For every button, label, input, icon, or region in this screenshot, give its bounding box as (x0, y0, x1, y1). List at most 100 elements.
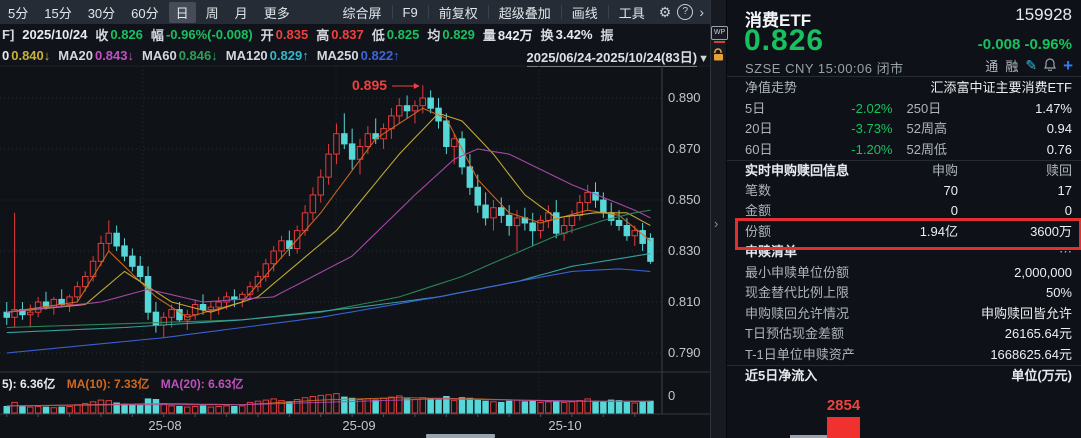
open-value: 0.835 (276, 27, 309, 42)
flow-title: 近5日净流入 (745, 366, 817, 386)
list-section-header[interactable]: 申赎清单 ⋯ (727, 242, 1081, 263)
stock-code: 159928 (1015, 5, 1072, 25)
toolbar-separator (428, 5, 429, 19)
period-high-annotation: 0.895 (352, 77, 387, 93)
table-row: 最小申赎单位份额 2,000,000 (727, 263, 1081, 284)
wk52-high-value: 0.94 (995, 119, 1073, 140)
nav-trend-label: 净值走势 (745, 78, 797, 99)
count-redeem: 17 (958, 181, 1072, 202)
ma20-label: MA20 (58, 48, 93, 63)
low-value: 0.825 (387, 27, 420, 42)
cash-ratio-value: 50% (849, 283, 1072, 304)
wk52-low-label: 52周低 (893, 140, 995, 161)
t1-asset-value: 1668625.64元 (855, 345, 1072, 366)
table-row-shares-highlighted: 份额 1.94亿 3600万 (727, 222, 1081, 243)
table-row: 金额 0 0 (727, 201, 1081, 222)
allow-status-label: 申购赎回允许情况 (745, 304, 849, 325)
shares-buy: 1.94亿 (771, 222, 958, 243)
ma120-value: 0.829↑ (270, 48, 309, 63)
collapse-panel-chevron-icon[interactable]: › (714, 216, 718, 231)
flow-bar-value: 2854 (823, 397, 864, 414)
wk52-high-label: 52周高 (893, 119, 995, 140)
menu-draw-line[interactable]: 画线 (564, 1, 606, 24)
menu-composite-screen[interactable]: 综合屏 (335, 1, 390, 24)
t-cash-diff-value: 26165.64元 (844, 324, 1072, 345)
open-label: 开 (261, 25, 274, 44)
tab-month[interactable]: 月 (227, 1, 256, 24)
more-dots-icon[interactable]: ⋯ (797, 242, 1072, 263)
tab-60min[interactable]: 60分 (123, 1, 166, 24)
price-change: -0.008 -0.96% (978, 36, 1072, 53)
tab-day[interactable]: 日 (169, 2, 196, 23)
allow-status-value: 申购赎回皆允许 (849, 304, 1072, 325)
tab-5min[interactable]: 5分 (0, 1, 36, 24)
gear-icon[interactable]: ⚙ (653, 4, 678, 21)
flow-section-header: 近5日净流入 单位(万元) (727, 365, 1081, 386)
avg-value: 0.829 (442, 27, 475, 42)
menu-forward-adjust[interactable]: 前复权 (431, 1, 486, 24)
add-watchlist-icon[interactable]: + (1063, 59, 1073, 73)
perf-250d-value: 1.47% (995, 99, 1073, 120)
toolbar-separator (392, 5, 393, 19)
help-icon[interactable]: ? (677, 4, 693, 20)
col-redeem: 赎回 (958, 161, 1072, 181)
min-unit-label: 最小申赎单位份额 (745, 263, 849, 284)
tab-week[interactable]: 周 (198, 1, 227, 24)
realtime-title: 实时申购赎回信息 (745, 161, 849, 181)
chevron-right-icon[interactable]: › (693, 4, 710, 20)
perf-row: 20日 -3.73% 52周高 0.94 (727, 119, 1081, 140)
volume-ma5-fragment: 5): 6.36亿 (2, 377, 55, 391)
ma250-value: 0.822↑ (361, 48, 400, 63)
y-axis-label: 0.850 (668, 192, 710, 207)
cash-ratio-label: 现金替代比例上限 (745, 283, 849, 304)
y-axis-label: 0.810 (668, 294, 710, 309)
range-value: -0.96%(-0.008) (166, 27, 253, 42)
volume-value: 842万 (498, 25, 533, 44)
tab-15min[interactable]: 15分 (36, 1, 79, 24)
perf-60d-label: 60日 (745, 140, 815, 161)
caret-down-icon: ▼ (698, 53, 709, 65)
perf-250d-label: 250日 (893, 99, 995, 120)
perf-5d-value: -2.02% (815, 99, 893, 120)
menu-f9[interactable]: F9 (395, 3, 426, 22)
volume-label: 量 (483, 25, 496, 44)
amount-label: 金额 (745, 201, 771, 222)
ma60-value: 0.846↓ (179, 48, 218, 63)
col-buy: 申购 (849, 161, 958, 181)
market-status: SZSE CNY 15:00:06 闭市 (745, 58, 904, 77)
last-price: 0.826 (744, 24, 824, 58)
x-axis-label: 25-08 (143, 418, 187, 433)
quote-info-bar: F] 2025/10/24 收0.826 幅-0.96%(-0.008) 开0.… (0, 24, 710, 45)
perf-60d-value: -1.20% (815, 140, 893, 161)
kline-chart-section: 5分 15分 30分 60分 日 周 月 更多 综合屏 F9 前复权 超级叠加 … (0, 0, 710, 438)
menu-tools[interactable]: 工具 (611, 1, 653, 24)
date-range-text[interactable]: 2025/06/24-2025/10/24(83日) (527, 50, 698, 67)
stock-info-panel: 消费ETF 159928 0.826 -0.008 -0.96% SZSE CN… (727, 0, 1081, 438)
alert-bell-icon[interactable] (1044, 58, 1056, 74)
tab-30min[interactable]: 30分 (80, 1, 123, 24)
menu-super-overlay[interactable]: 超级叠加 (491, 1, 559, 24)
perf-row: 5日 -2.02% 250日 1.47% (727, 99, 1081, 120)
t-cash-diff-label: T日预估现金差额 (745, 324, 844, 345)
table-row: T-1日单位申赎资产 1668625.64元 (727, 345, 1081, 366)
amount-buy: 0 (771, 201, 958, 222)
ma20-value: 0.843↓ (95, 48, 134, 63)
panel-header: 消费ETF 159928 0.826 -0.008 -0.96% SZSE CN… (727, 0, 1081, 77)
symbol-fragment: F] (2, 27, 14, 42)
volume-axis-zero: 0 (668, 388, 675, 403)
min-unit-value: 2,000,000 (849, 263, 1072, 284)
unlock-icon[interactable] (712, 48, 725, 66)
chart-horizontal-scrollbar[interactable] (426, 434, 495, 438)
perf-20d-value: -3.73% (815, 119, 893, 140)
amplitude-label: 振 (601, 25, 614, 44)
x-axis-label: 25-10 (543, 418, 587, 433)
wp-monitor-icon[interactable]: WP (711, 26, 728, 40)
turnover-label: 换 (541, 25, 554, 44)
edit-pencil-icon[interactable]: ✎ (1025, 57, 1037, 74)
nav-trend-row[interactable]: 净值走势 汇添富中证主要消费ETF (727, 78, 1081, 99)
high-value: 0.837 (331, 27, 364, 42)
wk52-low-value: 0.76 (995, 140, 1073, 161)
y-axis-label: 0.790 (668, 345, 710, 360)
tab-more[interactable]: 更多 (256, 1, 298, 24)
date-range-selector[interactable]: 2025/06/24-2025/10/24(83日)▼ (527, 47, 709, 66)
